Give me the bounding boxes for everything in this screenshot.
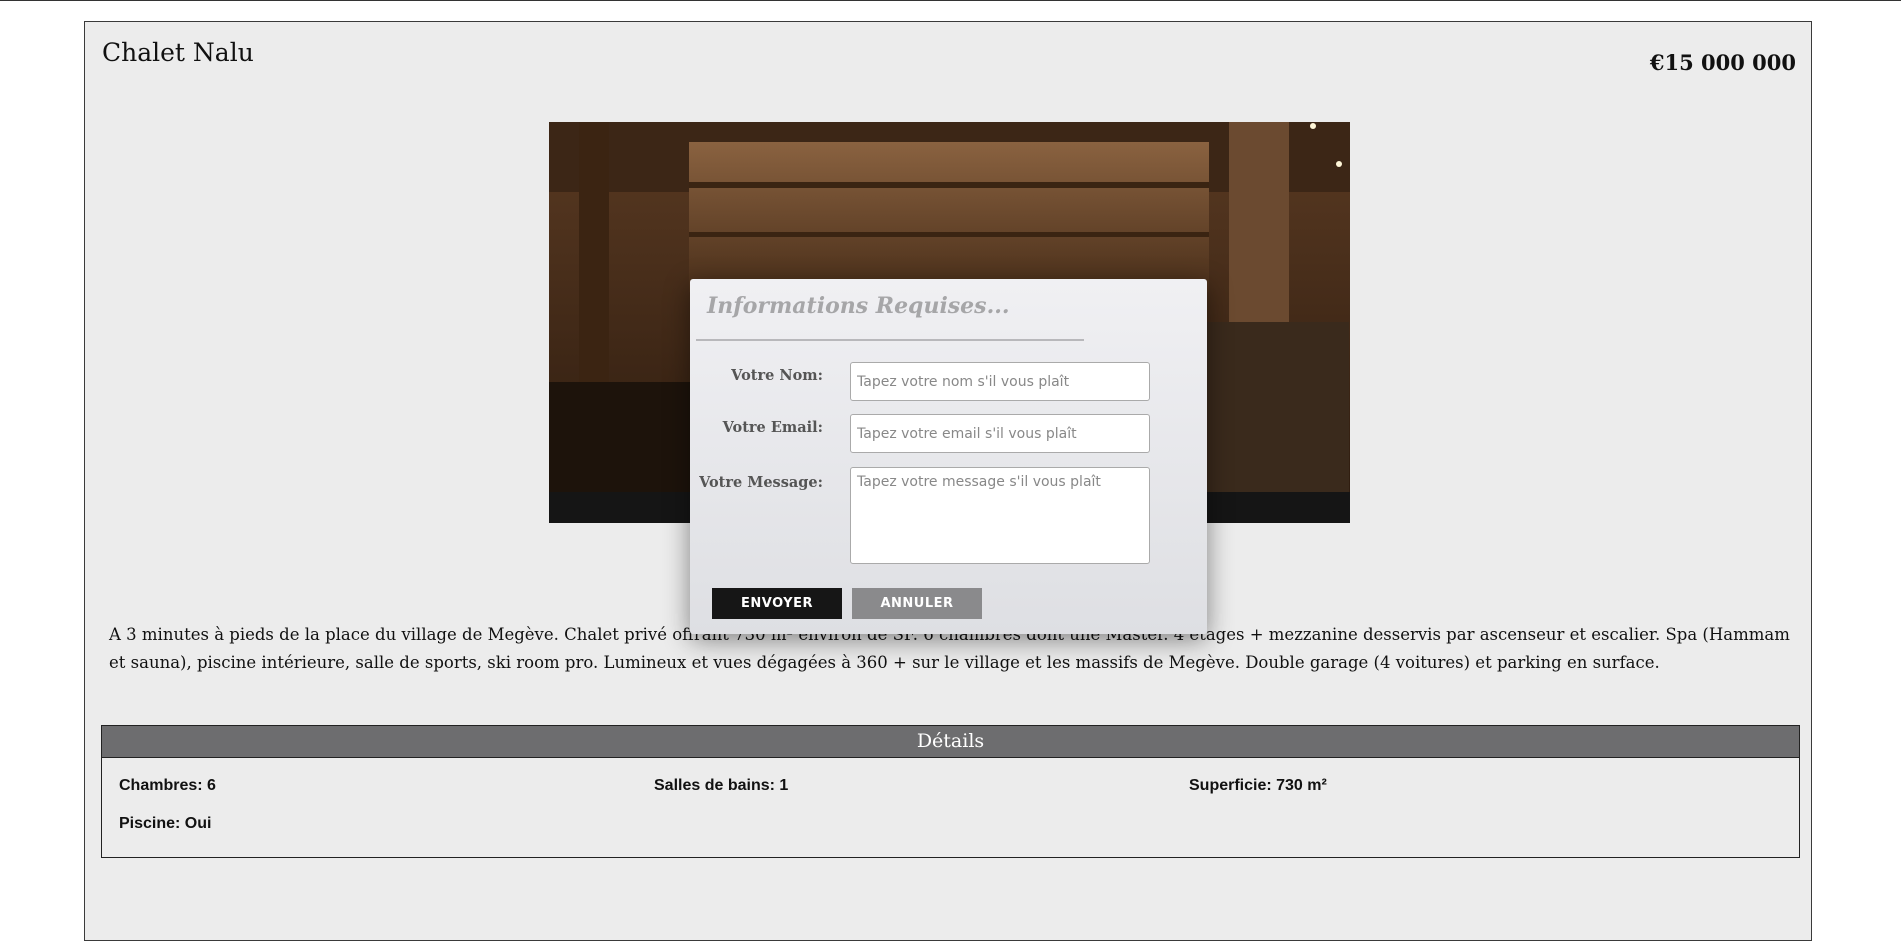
email-label: Votre Email: — [722, 419, 823, 436]
top-border — [0, 0, 1901, 1]
message-label: Votre Message: — [699, 474, 823, 491]
send-button[interactable]: ENVOYER — [712, 588, 842, 619]
name-label: Votre Nom: — [731, 367, 823, 384]
message-textarea[interactable] — [850, 467, 1150, 564]
listing-title: Chalet Nalu — [102, 38, 254, 67]
cancel-button[interactable]: ANNULER — [852, 588, 982, 619]
email-input[interactable] — [850, 414, 1150, 453]
modal-title: Informations Requises... — [707, 293, 1010, 319]
listing-price: €15 000 000 — [1649, 50, 1796, 75]
detail-bathrooms: Salles de bains: 1 — [654, 777, 789, 794]
details-panel: Détails Chambres: 6 Salles de bains: 1 S… — [101, 725, 1800, 858]
details-heading: Détails — [102, 726, 1799, 758]
detail-area: Superficie: 730 m² — [1189, 777, 1327, 794]
modal-divider — [696, 339, 1084, 341]
contact-modal: Informations Requises... Votre Nom: Votr… — [690, 279, 1207, 634]
detail-bedrooms: Chambres: 6 — [119, 777, 216, 794]
name-input[interactable] — [850, 362, 1150, 401]
detail-pool: Piscine: Oui — [119, 815, 212, 832]
